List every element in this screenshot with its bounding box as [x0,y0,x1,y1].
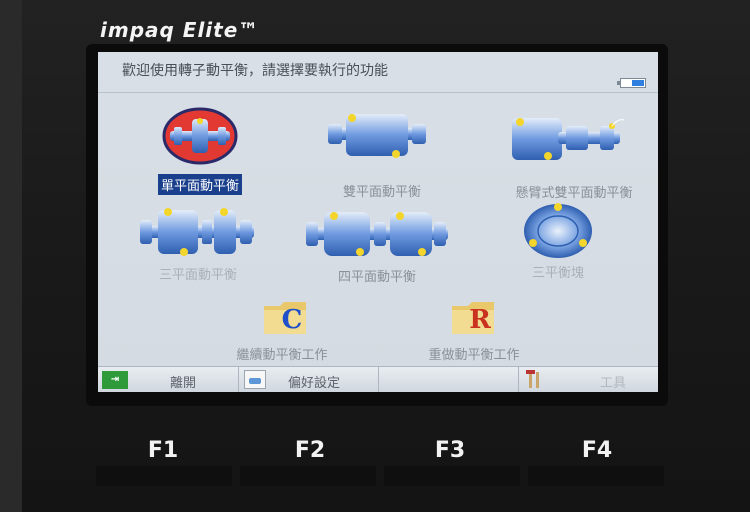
tools-icon [526,370,546,390]
four-plane-rotor-icon [306,212,448,256]
screen-title: 歡迎使用轉子動平衡，請選擇要執行的功能 [122,63,388,79]
battery-icon [617,78,646,88]
menu-label: 懸臂式雙平面動平衡 [515,186,633,201]
fkey-f3[interactable]: F3 [435,438,465,463]
fkey-f2[interactable]: F2 [295,438,325,463]
menu-continue[interactable]: C 繼續動平衡工作 [218,296,354,366]
hardware-button-f4[interactable] [528,466,664,486]
softkey-tools[interactable]: 工具 [518,367,658,392]
menu-redo[interactable]: R 重做動平衡工作 [414,296,550,366]
three-weight-disc-icon [524,203,592,258]
menu-label: 三平衡塊 [531,266,585,281]
hardware-button-f1[interactable] [96,466,232,486]
menu-overhung[interactable]: 懸臂式雙平面動平衡 [508,112,633,202]
menu-two-plane[interactable]: 雙平面動平衡 [322,108,432,200]
menu-three-plane[interactable]: 三平面動平衡 [138,204,258,284]
hardware-button-f2[interactable] [240,466,376,486]
softkey-empty [378,367,519,392]
svg-text:R: R [469,305,491,335]
softkey-preferences[interactable]: 偏好設定 [238,367,379,392]
softkey-bar: ⇥ 離開 偏好設定 工具 [98,366,658,392]
overhung-rotor-icon [512,118,625,160]
three-plane-rotor-icon [140,208,254,256]
menu-single-plane[interactable]: 單平面動平衡 [157,104,243,195]
device-bezel: impaq Elite™ 歡迎使用轉子動平衡，請選擇要執行的功能 單平面動平衡 … [0,0,750,512]
menu-label: 三平面動平衡 [158,268,238,283]
menu-four-plane[interactable]: 四平面動平衡 [304,206,450,286]
menu-three-weight[interactable]: 三平衡塊 [518,202,598,282]
single-plane-rotor-icon [162,107,238,165]
svg-text:C: C [282,305,303,335]
menu-label: 雙平面動平衡 [342,185,422,200]
title-bar: 歡迎使用轉子動平衡，請選擇要執行的功能 [98,52,658,93]
menu-label: 重做動平衡工作 [428,348,520,363]
continue-folder-icon: C [264,302,306,335]
brand-logo: impaq Elite™ [100,18,260,42]
fkey-f1[interactable]: F1 [148,438,178,463]
menu-label: 四平面動平衡 [337,270,417,285]
bezel-edge [0,0,22,512]
lcd-screen: 歡迎使用轉子動平衡，請選擇要執行的功能 單平面動平衡 雙平面動平衡 懸臂式雙平面… [98,52,658,392]
redo-folder-icon: R [452,302,494,335]
menu-label: 繼續動平衡工作 [236,348,328,363]
menu-label: 單平面動平衡 [157,174,243,195]
two-plane-rotor-icon [328,114,426,158]
hardware-button-f3[interactable] [384,466,520,486]
preferences-icon [244,370,266,389]
exit-icon: ⇥ [102,371,128,389]
fkey-f4[interactable]: F4 [582,438,612,463]
softkey-exit[interactable]: ⇥ 離開 [98,367,239,392]
